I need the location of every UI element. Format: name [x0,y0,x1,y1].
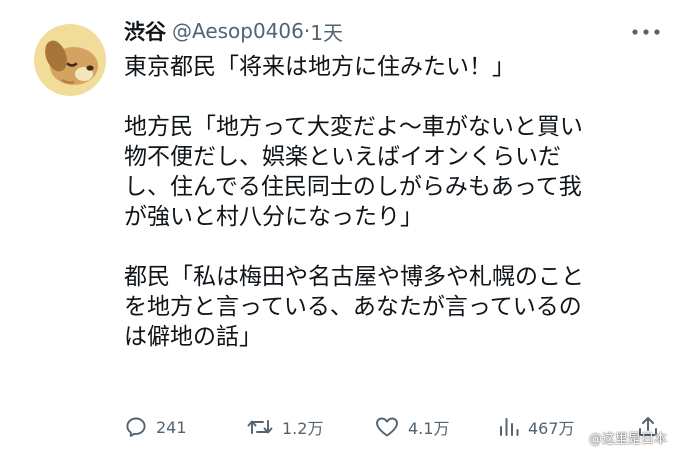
reply-button[interactable]: 241 [124,410,187,444]
author-name[interactable]: 渋谷 [124,16,166,46]
author-handle[interactable]: @Aesop0406 [172,19,304,43]
post-text-line: 物不便だし、娯楽といえばイオンくらいだ [124,144,561,170]
post-time[interactable]: 1天 [310,17,343,46]
weibo-icon [568,432,585,445]
repost-icon [247,420,273,434]
ellipsis-icon [632,29,660,35]
watermark-text: @这里是日本 [589,432,668,447]
post-text-line: が強いと村八分になったり」 [124,204,423,230]
post-text-line: 地方民「地方って大変だよ～車がないと買い [124,114,583,140]
dog-avatar-icon [34,24,106,96]
post-text-line: 都民「私は梅田や名古屋や博多や札幌のこと [124,264,584,290]
views-button[interactable]: 467万 [498,410,575,444]
post-header: 渋谷 @Aesop0406 · 1天 [124,14,343,48]
reply-count: 241 [156,417,187,437]
post-body: 東京都民「将来は地方に住みたい！」 地方民「地方って大変だよ～車がないと買い 物… [124,52,684,352]
reply-icon [126,417,146,437]
more-options-button[interactable] [626,18,666,46]
repost-button[interactable]: 1.2万 [246,410,323,444]
post-text-line: し、住んでる住民同士のしがらみもあって我 [124,174,582,200]
post-text-line: 東京都民「将来は地方に住みたい！」 [124,54,515,80]
post-text-line: を地方と言っている、あなたが言っているの [124,294,582,320]
views-icon [500,418,519,436]
repost-count: 1.2万 [282,419,324,438]
like-button[interactable]: 4.1万 [374,410,449,444]
watermark: @这里是日本 [568,428,667,447]
heart-icon [376,417,398,437]
post: 渋谷 @Aesop0406 · 1天 東京都民「将来は地方に住みたい！」 地方民… [0,0,690,458]
avatar[interactable] [34,24,106,96]
like-count: 4.1万 [408,419,450,438]
post-text-line: は僻地の話」 [124,324,262,350]
